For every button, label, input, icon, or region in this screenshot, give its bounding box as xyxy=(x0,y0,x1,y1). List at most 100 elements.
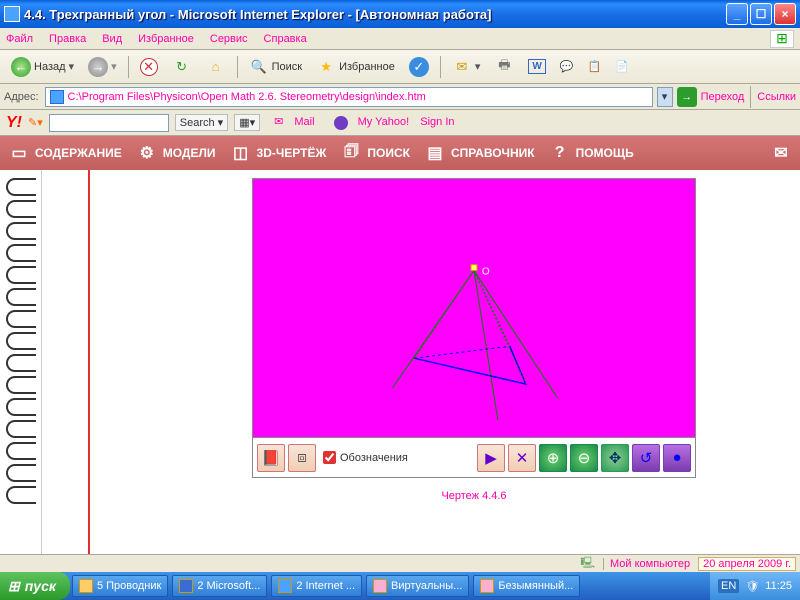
nav-models[interactable]: ⚙МОДЕЛИ xyxy=(136,142,216,164)
app-icon xyxy=(373,579,387,593)
paint-icon xyxy=(480,579,494,593)
refresh-button[interactable]: ↻ xyxy=(167,54,197,80)
nav-contents[interactable]: ▭СОДЕРЖАНИЕ xyxy=(8,142,122,164)
task-virtual[interactable]: Виртуальны... xyxy=(366,575,469,597)
tool-zoomout-icon[interactable]: ⊖ xyxy=(570,444,598,472)
tool-book-icon[interactable]: 📕 xyxy=(257,444,285,472)
favorites-button[interactable]: ★Избранное xyxy=(311,54,400,80)
page-icon xyxy=(50,90,64,104)
app-nav-bar: ▭СОДЕРЖАНИЕ ⚙МОДЕЛИ ◫3D-ЧЕРТЁЖ 🗊ПОИСК ▤С… xyxy=(0,136,800,170)
discuss-button[interactable]: 💬 xyxy=(555,54,579,80)
tool-zoomin-icon[interactable]: ⊕ xyxy=(539,444,567,472)
yahoo-signin-link[interactable]: Sign In xyxy=(420,116,454,128)
margin-line xyxy=(88,170,90,554)
research-button[interactable]: 📋 xyxy=(583,54,607,80)
status-zone: Мой компьютер xyxy=(603,558,690,570)
figure-caption: Чертеж 4.4.6 xyxy=(252,490,696,502)
page-pane: O 📕 ⧈ Обозначения ▶ ✕ ⊕ ⊖ ✥ ↺ ● Чертеж 4… xyxy=(42,170,800,554)
close-button[interactable]: × xyxy=(774,3,796,25)
minimize-button[interactable]: _ xyxy=(726,3,748,25)
menu-bar: Файл Правка Вид Избранное Сервис Справка xyxy=(0,28,800,50)
task-explorer[interactable]: 5 Проводник xyxy=(72,575,168,597)
nav-search[interactable]: 🗊ПОИСК xyxy=(340,142,410,164)
cube-icon: ◫ xyxy=(230,142,252,164)
clipboard-button[interactable]: 📄 xyxy=(610,54,634,80)
yahoo-search-button[interactable]: Search ▾ xyxy=(175,114,228,131)
search-button[interactable]: 🔍Поиск xyxy=(244,54,307,80)
nav-help[interactable]: ?ПОМОЩЬ xyxy=(549,142,634,164)
3d-canvas[interactable]: O xyxy=(253,179,695,437)
nav-3d-drawing[interactable]: ◫3D-ЧЕРТЁЖ xyxy=(230,142,327,164)
word-icon xyxy=(179,579,193,593)
menu-help[interactable]: Справка xyxy=(264,33,307,45)
pencil-icon[interactable]: ✎▾ xyxy=(28,116,43,129)
language-indicator[interactable]: EN xyxy=(718,579,739,593)
home-button[interactable]: ⌂ xyxy=(201,54,231,80)
task-ie[interactable]: 2 Internet ... xyxy=(271,575,362,597)
task-paint[interactable]: Безымянный... xyxy=(473,575,580,597)
tool-wireframe-icon[interactable]: ⧈ xyxy=(288,444,316,472)
question-icon: ? xyxy=(549,142,571,164)
menu-view[interactable]: Вид xyxy=(102,33,122,45)
window-title: 4.4. Трехгранный угол - Microsoft Intern… xyxy=(24,7,724,22)
mail-button[interactable]: ✉▾ xyxy=(447,54,486,80)
folder-icon xyxy=(79,579,93,593)
word-button[interactable]: W xyxy=(523,54,550,80)
taskbar: ⊞пуск 5 Проводник 2 Microsoft... 2 Inter… xyxy=(0,572,800,600)
svg-text:O: O xyxy=(482,267,490,278)
tool-play-icon[interactable]: ▶ xyxy=(477,444,505,472)
yahoo-apps-button[interactable]: ▦▾ xyxy=(234,114,260,131)
tool-point-icon[interactable]: ● xyxy=(663,444,691,472)
yahoo-my-link[interactable]: My Yahoo! xyxy=(326,116,410,128)
status-bar: 🖳 Мой компьютер 20 апреля 2009 г. xyxy=(0,554,800,572)
figure-frame: O 📕 ⧈ Обозначения ▶ ✕ ⊕ ⊖ ✥ ↺ ● xyxy=(252,178,696,478)
yahoo-search-input[interactable] xyxy=(49,114,169,132)
start-button[interactable]: ⊞пуск xyxy=(0,572,70,600)
menu-file[interactable]: Файл xyxy=(6,33,33,45)
labels-checkbox[interactable]: Обозначения xyxy=(323,451,408,464)
task-word[interactable]: 2 Microsoft... xyxy=(172,575,267,597)
ie-icon xyxy=(278,579,292,593)
menu-edit[interactable]: Правка xyxy=(49,33,86,45)
system-tray[interactable]: EN 🛡 11:25 xyxy=(710,572,800,600)
navigation-toolbar: ←Назад▾ →▾ ✕ ↻ ⌂ 🔍Поиск ★Избранное ✓ ✉▾ … xyxy=(0,50,800,84)
status-date: 20 апреля 2009 г. xyxy=(698,557,796,571)
ie-throbber-icon xyxy=(770,30,794,48)
tool-fit-icon[interactable]: ✕ xyxy=(508,444,536,472)
go-label[interactable]: Переход xyxy=(701,91,745,103)
menu-service[interactable]: Сервис xyxy=(210,33,248,45)
figure-toolbar: 📕 ⧈ Обозначения ▶ ✕ ⊕ ⊖ ✥ ↺ ● xyxy=(253,437,695,477)
go-button[interactable]: → xyxy=(677,87,697,107)
tray-shield-icon[interactable]: 🛡 xyxy=(745,580,759,593)
stop-button[interactable]: ✕ xyxy=(135,54,163,80)
yahoo-mail-link[interactable]: ✉ Mail xyxy=(274,116,314,128)
window-titlebar: 4.4. Трехгранный угол - Microsoft Intern… xyxy=(0,0,800,28)
tool-rotate-icon[interactable]: ↺ xyxy=(632,444,660,472)
notes-icon: 🗊 xyxy=(340,142,362,164)
forward-button[interactable]: →▾ xyxy=(83,54,122,80)
yahoo-toolbar: Y! ✎▾ Search ▾ ▦▾ ✉ Mail My Yahoo! Sign … xyxy=(0,110,800,136)
tray-clock[interactable]: 11:25 xyxy=(765,580,792,592)
address-input[interactable]: C:\Program Files\Physicon\Open Math 2.6.… xyxy=(45,87,653,107)
start-icon: ⊞ xyxy=(8,578,20,595)
envelope-icon[interactable]: ✉ xyxy=(770,142,792,164)
menu-favorites[interactable]: Избранное xyxy=(138,33,194,45)
content-area: O 📕 ⧈ Обозначения ▶ ✕ ⊕ ⊖ ✥ ↺ ● Чертеж 4… xyxy=(0,170,800,554)
ref-icon: ▤ xyxy=(424,142,446,164)
address-dropdown[interactable]: ▾ xyxy=(657,87,673,107)
gear-icon: ⚙ xyxy=(136,142,158,164)
address-bar: Адрес: C:\Program Files\Physicon\Open Ma… xyxy=(0,84,800,110)
maximize-button[interactable]: ☐ xyxy=(750,3,772,25)
zone-icon: 🖳 xyxy=(580,554,595,573)
media-button[interactable]: ✓ xyxy=(404,54,434,80)
book-icon: ▭ xyxy=(8,142,30,164)
address-label: Адрес: xyxy=(4,91,39,103)
tool-pan-icon[interactable]: ✥ xyxy=(601,444,629,472)
binder-rings xyxy=(0,170,42,554)
print-button[interactable]: 🖶 xyxy=(489,54,519,80)
app-icon xyxy=(4,6,20,22)
nav-reference[interactable]: ▤СПРАВОЧНИК xyxy=(424,142,535,164)
yahoo-logo-icon[interactable]: Y! xyxy=(6,114,22,132)
links-button[interactable]: Ссылки xyxy=(757,91,796,103)
back-button[interactable]: ←Назад▾ xyxy=(6,54,79,80)
